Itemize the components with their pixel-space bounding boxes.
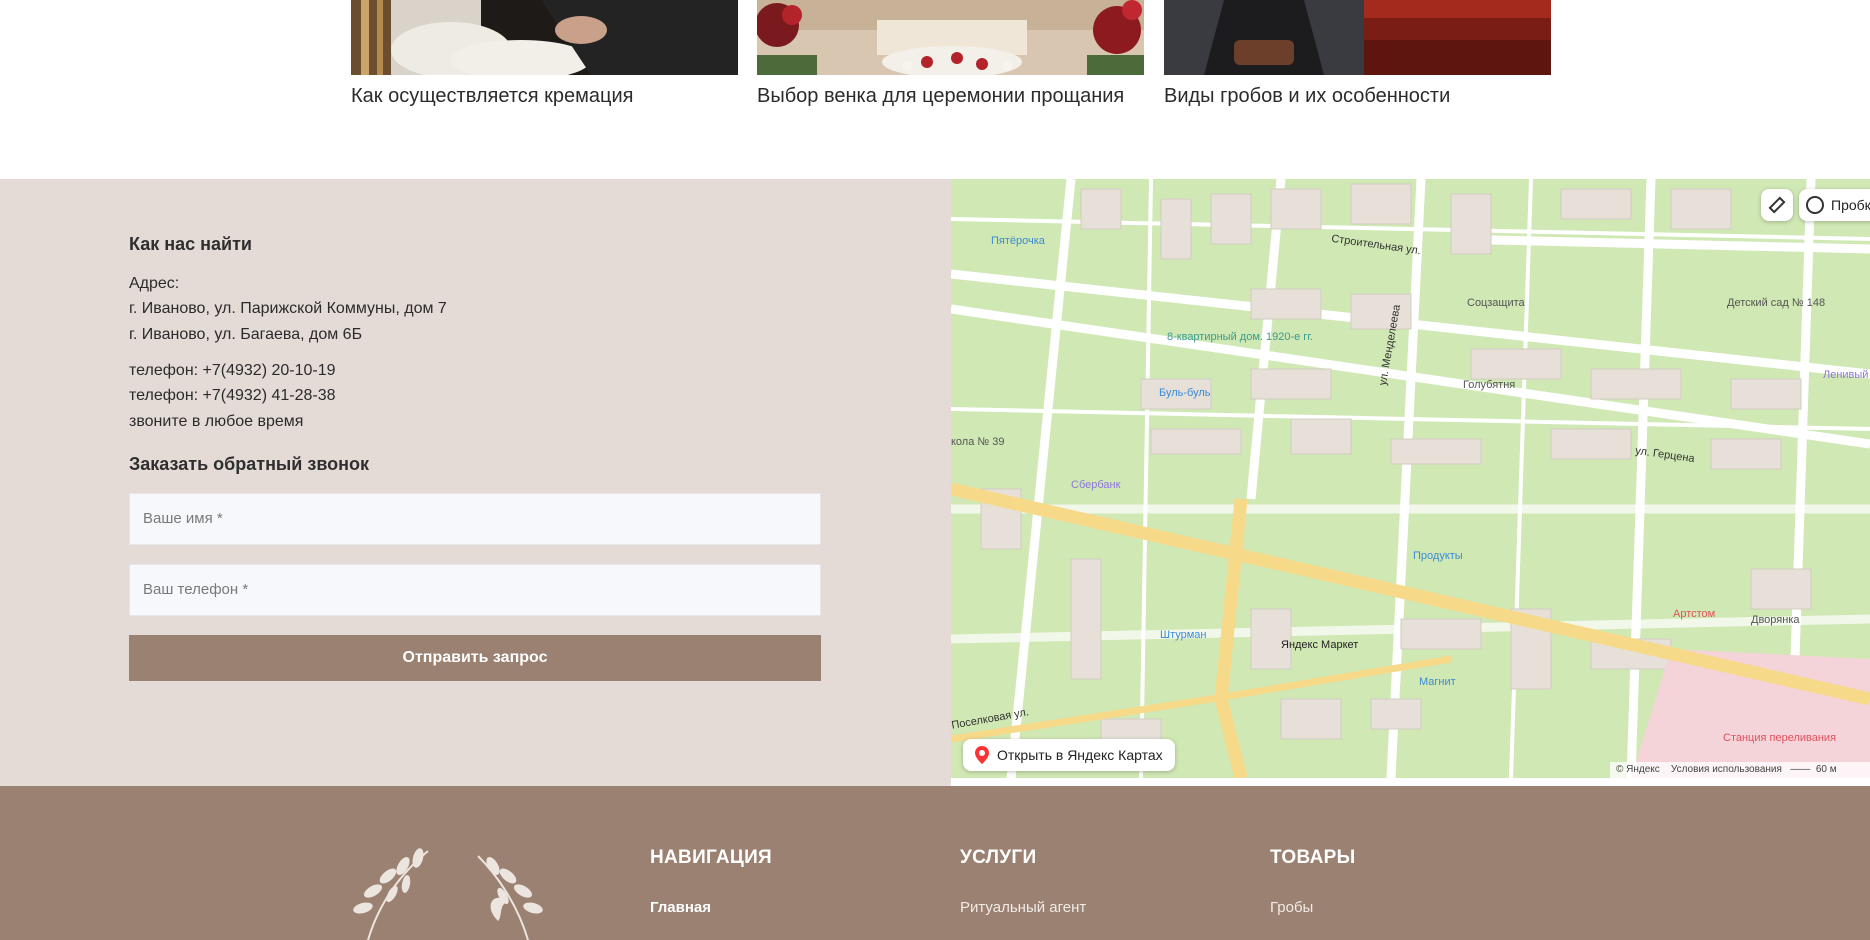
article-image[interactable] — [757, 0, 1144, 75]
poi-sberbank[interactable]: Сбербанк — [1071, 479, 1120, 491]
address-label: Адрес: — [129, 275, 180, 292]
traffic-label: Пробки — [1831, 197, 1870, 213]
contacts-section: Как нас найти Адрес: г. Иваново, ул. Пар… — [0, 179, 951, 786]
map-attribution: © Яндекс Условия использования —— 60 м — [1610, 762, 1870, 778]
yandex-map[interactable]: Пятёрочка 8-квартирный дом. 1920-е гг. Б… — [951, 179, 1870, 778]
footer-nav-title: НАВИГАЦИЯ — [650, 847, 773, 868]
traffic-button[interactable]: Пробки — [1799, 189, 1870, 221]
poi-soczashchita[interactable]: Соцзащита — [1467, 297, 1525, 309]
footer-services-title: УСЛУГИ — [960, 847, 1037, 868]
article-card[interactable]: Как осуществляется кремация — [351, 0, 738, 107]
map-scale: 60 м — [1815, 764, 1837, 775]
article-image[interactable] — [351, 0, 738, 75]
poi-magnit[interactable]: Магнит — [1419, 676, 1456, 688]
poi-lenivy[interactable]: Ленивый Жи — [1823, 369, 1870, 381]
poi-school[interactable]: кола № 39 — [951, 436, 1005, 448]
footer-link-coffins[interactable]: Гробы — [1270, 899, 1313, 916]
poi-kindergarten[interactable]: Детский сад № 148 — [1727, 297, 1825, 309]
submit-button[interactable]: Отправить запрос — [129, 635, 821, 681]
poi-bul-bul[interactable]: Буль-буль — [1159, 387, 1211, 399]
laurel-logo-icon — [353, 848, 543, 940]
address-line-2: г. Иваново, ул. Багаева, дом 6Б — [129, 326, 363, 343]
callback-heading: Заказать обратный звонок — [129, 454, 370, 474]
map-copyright: © Яндекс — [1616, 764, 1660, 775]
working-hours: звоните в любое время — [129, 413, 304, 430]
phone-input[interactable]: Ваш телефон * — [129, 564, 821, 616]
footer-goods-title: ТОВАРЫ — [1270, 847, 1356, 868]
ruler-icon — [1768, 196, 1786, 214]
article-card[interactable]: Виды гробов и их особенности — [1164, 0, 1551, 107]
article-title[interactable]: Выбор венка для церемонии прощания — [757, 85, 1124, 108]
poi-artstom[interactable]: Артстом — [1673, 608, 1715, 620]
name-input[interactable]: Ваше имя * — [129, 493, 821, 545]
article-card[interactable]: Выбор венка для церемонии прощания — [757, 0, 1144, 107]
poi-produkty[interactable]: Продукты — [1413, 550, 1463, 562]
phone-1[interactable]: телефон: +7(4932) 20-10-19 — [129, 362, 336, 380]
contacts-heading: Как нас найти — [129, 234, 252, 254]
open-in-yandex-maps-button[interactable]: Открыть в Яндекс Картах — [963, 739, 1175, 771]
poi-shturman[interactable]: Штурман — [1160, 629, 1207, 641]
open-map-label: Открыть в Яндекс Картах — [997, 747, 1163, 763]
map-pin-icon — [975, 746, 989, 764]
article-title[interactable]: Как осуществляется кремация — [351, 85, 634, 108]
map-terms-link[interactable]: Условия использования — [1671, 764, 1782, 775]
address-line-1: г. Иваново, ул. Парижской Коммуны, дом 7 — [129, 300, 447, 317]
poi-golubyatnya[interactable]: Голубятня — [1463, 379, 1515, 391]
ruler-button[interactable] — [1761, 189, 1793, 221]
article-image[interactable] — [1164, 0, 1551, 75]
poi-historic-house[interactable]: 8-квартирный дом. 1920-е гг. — [1167, 331, 1313, 343]
poi-pyaterochka[interactable]: Пятёрочка — [991, 235, 1045, 247]
poi-dvoryanka[interactable]: Дворянка — [1751, 614, 1800, 626]
traffic-icon — [1806, 196, 1824, 214]
footer-link-ritual-agent[interactable]: Ритуальный агент — [960, 899, 1086, 916]
poi-yandex-market[interactable]: Яндекс Маркет — [1281, 639, 1358, 651]
site-footer: НАВИГАЦИЯ УСЛУГИ ТОВАРЫ Главная Ритуальн… — [0, 786, 1870, 940]
footer-link-home[interactable]: Главная — [650, 899, 711, 916]
phone-2[interactable]: телефон: +7(4932) 41-28-38 — [129, 387, 336, 405]
poi-blood-station[interactable]: Станция переливания — [1723, 732, 1836, 744]
articles-strip: Как осуществляется кремация Выбор венка … — [0, 0, 1870, 179]
article-title[interactable]: Виды гробов и их особенности — [1164, 85, 1450, 108]
